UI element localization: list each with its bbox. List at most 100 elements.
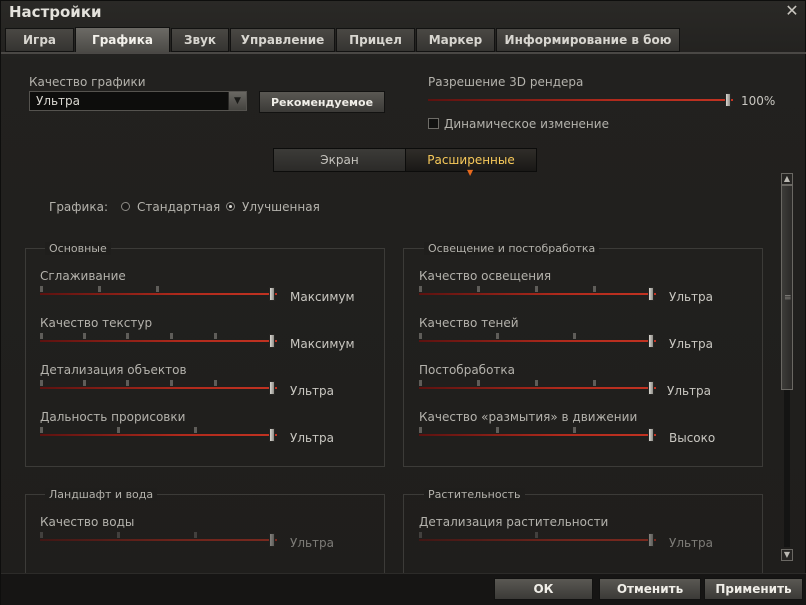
- dynamic-change-checkbox[interactable]: [428, 118, 439, 129]
- slider-thumb[interactable]: [269, 334, 275, 348]
- slider-thumb[interactable]: [725, 93, 731, 107]
- recommended-button[interactable]: Рекомендуемое: [259, 91, 385, 113]
- slider-rail: [40, 387, 277, 389]
- slider-tick: [40, 286, 43, 292]
- slider-thumb[interactable]: [648, 334, 654, 348]
- settings-window: Настройки ✕ Игра Графика Звук Управление…: [0, 0, 806, 605]
- slider-tick: [126, 380, 129, 386]
- slider-tick: [194, 427, 197, 433]
- object-detail-slider[interactable]: [40, 380, 277, 396]
- tab-sound[interactable]: Звук: [171, 28, 229, 52]
- draw-distance-value: Ультра: [290, 431, 335, 445]
- dynamic-change-label: Динамическое изменение: [444, 117, 609, 131]
- antialiasing-value: Максимум: [290, 290, 355, 304]
- render-resolution-slider[interactable]: [428, 92, 733, 108]
- slider-tick: [593, 286, 596, 292]
- tab-game[interactable]: Игра: [5, 28, 74, 52]
- close-icon[interactable]: ✕: [783, 2, 801, 20]
- title-bar: Настройки ✕: [1, 1, 806, 27]
- scroll-thumb[interactable]: ≡: [781, 185, 793, 390]
- slider-tick: [419, 380, 422, 386]
- slider-rail: [40, 434, 277, 436]
- shadow-quality-slider[interactable]: [419, 333, 656, 349]
- tab-battle-info[interactable]: Информирование в бою: [496, 28, 680, 52]
- slider-rail: [419, 340, 656, 342]
- slider-thumb[interactable]: [648, 428, 654, 442]
- vegetation-detail-slider[interactable]: [419, 532, 656, 548]
- slider-tick: [535, 286, 538, 292]
- slider-tick: [126, 333, 129, 339]
- radio-standard[interactable]: [121, 202, 130, 211]
- slider-tick: [419, 333, 422, 339]
- window-title: Настройки: [9, 3, 102, 21]
- motion-blur-label: Качество «размытия» в движении: [419, 410, 638, 424]
- slider-tick: [419, 286, 422, 292]
- active-indicator-icon: ▼: [467, 168, 474, 177]
- vertical-scrollbar[interactable]: ▲ ≡ ▼: [781, 173, 793, 563]
- water-quality-label: Качество воды: [40, 515, 135, 529]
- slider-tick: [156, 286, 159, 292]
- water-quality-value: Ультра: [290, 536, 335, 550]
- draw-distance-slider[interactable]: [40, 427, 277, 443]
- group-landscape-title: Ландшафт и вода: [45, 488, 158, 501]
- scroll-down-icon[interactable]: ▼: [781, 549, 793, 561]
- slider-rail: [428, 99, 733, 101]
- slider-thumb[interactable]: [648, 381, 654, 395]
- slider-thumb[interactable]: [648, 287, 654, 301]
- motion-blur-slider[interactable]: [419, 427, 656, 443]
- group-lighting-title: Освещение и постобработка: [424, 242, 600, 255]
- apply-button[interactable]: Применить: [704, 578, 803, 600]
- chevron-down-icon[interactable]: ▼: [228, 92, 246, 110]
- cancel-button[interactable]: Отменить: [599, 578, 701, 600]
- radio-standard-label[interactable]: Стандартная: [137, 200, 220, 214]
- water-quality-slider[interactable]: [40, 532, 277, 548]
- slider-tick: [83, 333, 86, 339]
- tab-marker[interactable]: Маркер: [416, 28, 495, 52]
- quality-label: Качество графики: [29, 75, 146, 89]
- radio-improved-label[interactable]: Улучшенная: [242, 200, 320, 214]
- slider-tick: [83, 380, 86, 386]
- slider-tick: [117, 427, 120, 433]
- slider-tick: [170, 380, 173, 386]
- postprocessing-slider[interactable]: [419, 380, 656, 396]
- texture-quality-slider[interactable]: [40, 333, 277, 349]
- slider-tick: [573, 333, 576, 339]
- slider-tick: [40, 427, 43, 433]
- tab-controls[interactable]: Управление: [230, 28, 335, 52]
- quality-dropdown[interactable]: Ультра ▼: [29, 91, 247, 111]
- tab-sight[interactable]: Прицел: [336, 28, 415, 52]
- slider-tick: [419, 427, 422, 433]
- object-detail-label: Детализация объектов: [40, 363, 187, 377]
- slider-thumb[interactable]: [269, 428, 275, 442]
- lighting-quality-slider[interactable]: [419, 286, 656, 302]
- scroll-up-icon[interactable]: ▲: [781, 173, 793, 185]
- postprocessing-label: Постобработка: [419, 363, 515, 377]
- slider-rail: [419, 434, 656, 436]
- shadow-quality-value: Ультра: [669, 337, 714, 351]
- slider-rail: [419, 387, 656, 389]
- slider-thumb[interactable]: [648, 533, 654, 547]
- slider-rail: [40, 340, 277, 342]
- vegetation-detail-label: Детализация растительности: [419, 515, 609, 529]
- tab-graphics[interactable]: Графика: [75, 27, 170, 53]
- ok-button[interactable]: ОК: [494, 578, 593, 600]
- antialiasing-slider[interactable]: [40, 286, 277, 302]
- slider-rail: [40, 293, 277, 295]
- group-vegetation-title: Растительность: [424, 488, 525, 501]
- quality-value: Ультра: [36, 94, 81, 108]
- postprocessing-value: Ультра: [667, 384, 712, 398]
- subtab-screen[interactable]: Экран: [274, 149, 405, 171]
- slider-tick: [535, 380, 538, 386]
- radio-improved[interactable]: [226, 202, 235, 211]
- lighting-quality-value: Ультра: [669, 290, 714, 304]
- slider-tick: [98, 286, 101, 292]
- slider-tick: [496, 333, 499, 339]
- slider-thumb[interactable]: [269, 381, 275, 395]
- group-basic-title: Основные: [45, 242, 111, 255]
- subtab-switch: Экран Расширенные ▼: [273, 148, 537, 177]
- slider-thumb[interactable]: [269, 533, 275, 547]
- slider-tick: [40, 532, 43, 538]
- slider-thumb[interactable]: [269, 287, 275, 301]
- graphics-mode-label: Графика:: [49, 200, 108, 214]
- slider-tick: [170, 333, 173, 339]
